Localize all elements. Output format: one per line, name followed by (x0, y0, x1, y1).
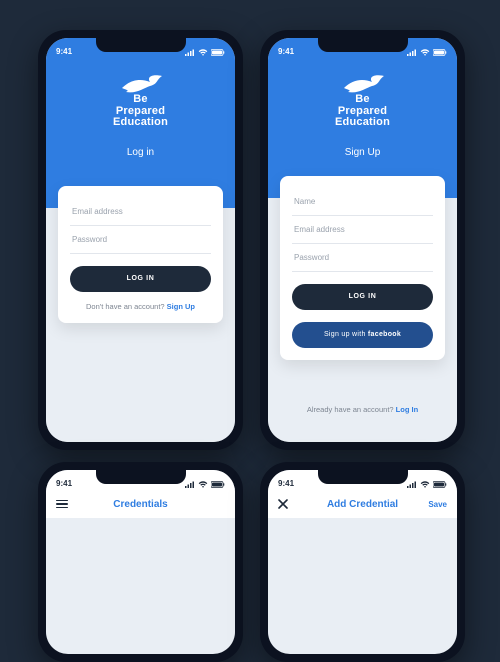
notch (318, 38, 408, 52)
phone-add-credential: 9:41 Add Credential Save (260, 462, 465, 662)
signup-alt-text: Already have an account? (307, 405, 396, 414)
email-field[interactable] (70, 198, 211, 226)
signup-submit-button[interactable]: LOG IN (292, 284, 433, 310)
login-link[interactable]: Log In (396, 405, 419, 414)
fb-bold: facebook (368, 331, 401, 338)
password-field[interactable] (70, 226, 211, 254)
status-time: 9:41 (278, 47, 294, 56)
signup-link[interactable]: Sign Up (167, 302, 195, 311)
battery-icon (211, 49, 225, 56)
facebook-signup-button[interactable]: Sign up with facebook (292, 322, 433, 348)
brand-logo: Be Prepared Education (268, 70, 457, 129)
wifi-icon (420, 49, 430, 56)
signal-icon (185, 481, 195, 488)
login-alt: Don't have an account? Sign Up (70, 302, 211, 311)
status-time: 9:41 (56, 479, 72, 488)
email-field[interactable] (292, 216, 433, 244)
save-button[interactable]: Save (417, 500, 447, 509)
signup-card: LOG IN Sign up with facebook (280, 176, 445, 360)
signal-icon (407, 49, 417, 56)
credentials-screen: 9:41 Credentials (46, 470, 235, 654)
wifi-icon (198, 481, 208, 488)
notch (96, 38, 186, 52)
signup-screen: 9:41 Be Prepared Education Sign (268, 38, 457, 442)
brand-logo: Be Prepared Education (46, 70, 235, 129)
add-credential-screen: 9:41 Add Credential Save (268, 470, 457, 654)
login-card: LOG IN Don't have an account? Sign Up (58, 186, 223, 323)
login-screen: 9:41 Be Prepared Education Log (46, 38, 235, 442)
signup-title: Sign Up (268, 147, 457, 158)
login-button[interactable]: LOG IN (70, 266, 211, 292)
fb-prefix: Sign up with (324, 331, 368, 338)
signal-icon (185, 49, 195, 56)
add-credential-navbar: Add Credential Save (268, 490, 457, 518)
status-time: 9:41 (278, 479, 294, 488)
battery-icon (211, 481, 225, 488)
wifi-icon (420, 481, 430, 488)
notch (96, 470, 186, 484)
login-alt-text: Don't have an account? (86, 302, 167, 311)
phone-signup: 9:41 Be Prepared Education Sign (260, 30, 465, 450)
brand-line1: Be (335, 94, 390, 106)
login-body: LOG IN Don't have an account? Sign Up (46, 208, 235, 442)
credentials-title: Credentials (86, 499, 195, 510)
password-field[interactable] (292, 244, 433, 272)
battery-icon (433, 481, 447, 488)
name-field[interactable] (292, 188, 433, 216)
signup-alt: Already have an account? Log In (268, 405, 457, 414)
add-credential-title: Add Credential (308, 499, 417, 510)
close-icon[interactable] (278, 499, 288, 509)
login-title: Log in (46, 147, 235, 158)
phone-credentials: 9:41 Credentials (38, 462, 243, 662)
phone-login: 9:41 Be Prepared Education Log (38, 30, 243, 450)
brand-line3: Education (113, 117, 168, 129)
credentials-navbar: Credentials (46, 490, 235, 518)
brand-line3: Education (335, 117, 390, 129)
wifi-icon (198, 49, 208, 56)
signal-icon (407, 481, 417, 488)
notch (318, 470, 408, 484)
status-time: 9:41 (56, 47, 72, 56)
signup-body: LOG IN Sign up with facebook Already hav… (268, 198, 457, 442)
brand-line1: Be (113, 94, 168, 106)
battery-icon (433, 49, 447, 56)
